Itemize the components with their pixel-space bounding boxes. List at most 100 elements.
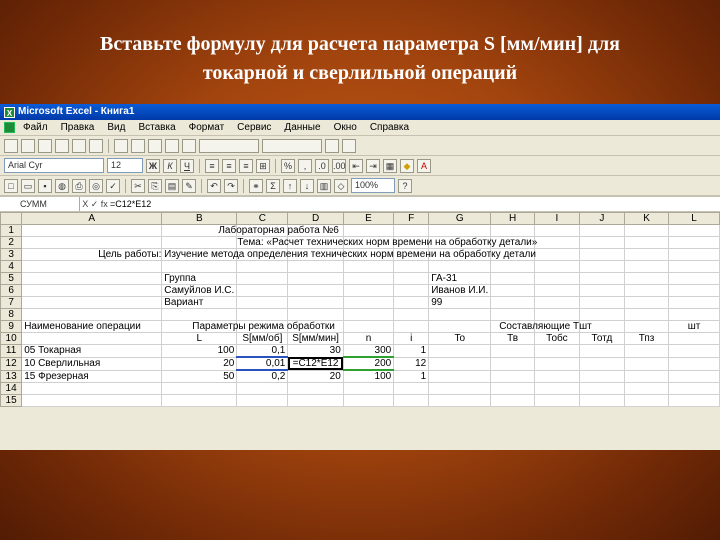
cell[interactable] bbox=[428, 344, 492, 358]
percent-icon[interactable]: % bbox=[281, 158, 295, 173]
cell[interactable] bbox=[668, 332, 720, 345]
sort-desc-icon[interactable]: ↓ bbox=[300, 178, 314, 193]
hyperlink-icon[interactable]: ⚭ bbox=[249, 178, 263, 193]
cell-n[interactable]: 100 bbox=[342, 369, 395, 383]
menu-view[interactable]: Вид bbox=[107, 122, 125, 133]
cell-header-tpz[interactable]: Тпз bbox=[623, 332, 670, 345]
zoom-select[interactable]: 100% bbox=[351, 178, 395, 193]
cell-l[interactable]: 20 bbox=[161, 356, 238, 371]
cell-s-rev[interactable]: 0,2 bbox=[236, 369, 289, 383]
preview-icon[interactable]: ◎ bbox=[89, 178, 103, 193]
cell-header-to[interactable]: To bbox=[428, 332, 492, 345]
cell[interactable] bbox=[21, 272, 163, 285]
cell[interactable] bbox=[668, 308, 720, 321]
cell[interactable] bbox=[668, 272, 720, 285]
column-header[interactable]: G bbox=[428, 212, 492, 225]
cell-header-totd[interactable]: Тотд bbox=[578, 332, 625, 345]
print-icon[interactable]: ⎙ bbox=[72, 178, 86, 193]
toolbar-button[interactable] bbox=[131, 138, 145, 153]
cell[interactable] bbox=[623, 236, 670, 249]
cell[interactable] bbox=[668, 236, 720, 249]
cell-header-s-rev[interactable]: S[мм/об] bbox=[236, 332, 289, 345]
help-icon[interactable]: ? bbox=[398, 178, 412, 193]
cell[interactable] bbox=[342, 224, 395, 237]
cell[interactable] bbox=[287, 382, 344, 395]
format-painter-icon[interactable]: ✎ bbox=[182, 178, 196, 193]
cell-header-tobs[interactable]: Тобс bbox=[533, 332, 580, 345]
cut-icon[interactable]: ✂ bbox=[131, 178, 145, 193]
cell[interactable] bbox=[533, 382, 580, 395]
sort-asc-icon[interactable]: ↑ bbox=[283, 178, 297, 193]
font-color-icon[interactable]: A bbox=[417, 158, 431, 173]
cell[interactable] bbox=[393, 296, 430, 309]
cell[interactable] bbox=[623, 382, 670, 395]
cell[interactable] bbox=[578, 382, 625, 395]
cell[interactable] bbox=[623, 284, 670, 297]
cell[interactable] bbox=[623, 356, 670, 371]
align-left-icon[interactable]: ≡ bbox=[205, 158, 219, 173]
copy-icon[interactable]: ⎘ bbox=[148, 178, 162, 193]
row-header[interactable]: 12 bbox=[0, 356, 23, 371]
row-header[interactable]: 10 bbox=[0, 332, 23, 345]
cell[interactable] bbox=[533, 236, 580, 249]
cell[interactable] bbox=[236, 308, 289, 321]
cell[interactable] bbox=[668, 260, 720, 273]
drawing-icon[interactable]: ◇ bbox=[334, 178, 348, 193]
cell[interactable] bbox=[623, 296, 670, 309]
cell[interactable] bbox=[393, 260, 430, 273]
cell-operation-header[interactable]: Наименование операции bbox=[21, 320, 163, 333]
cell[interactable] bbox=[236, 296, 289, 309]
cell[interactable] bbox=[533, 248, 580, 261]
cell[interactable] bbox=[623, 308, 670, 321]
borders-icon[interactable]: ▦ bbox=[383, 158, 397, 173]
cell[interactable] bbox=[161, 382, 238, 395]
cell[interactable] bbox=[161, 236, 238, 249]
row-header[interactable]: 7 bbox=[0, 296, 23, 309]
cell[interactable] bbox=[342, 308, 395, 321]
menu-tools[interactable]: Сервис bbox=[237, 122, 271, 133]
toolbar-combo[interactable] bbox=[199, 138, 259, 153]
cell[interactable] bbox=[490, 369, 535, 383]
cell-teacher[interactable]: Иванов И.И. bbox=[428, 284, 492, 297]
row-header[interactable]: 8 bbox=[0, 308, 23, 321]
toolbar-button[interactable] bbox=[165, 138, 179, 153]
menu-help[interactable]: Справка bbox=[370, 122, 409, 133]
menu-file[interactable]: Файл bbox=[23, 122, 48, 133]
cell[interactable] bbox=[578, 356, 625, 371]
cell-header-s-min[interactable]: S[мм/мин] bbox=[287, 332, 344, 345]
cell[interactable] bbox=[623, 394, 670, 407]
cell[interactable] bbox=[578, 260, 625, 273]
cell[interactable] bbox=[578, 284, 625, 297]
toolbar-button[interactable] bbox=[325, 138, 339, 153]
cell[interactable] bbox=[21, 284, 163, 297]
cell[interactable] bbox=[533, 308, 580, 321]
cell[interactable] bbox=[578, 308, 625, 321]
cell[interactable] bbox=[578, 394, 625, 407]
cell[interactable] bbox=[578, 344, 625, 358]
toolbar-button[interactable] bbox=[114, 138, 128, 153]
cell[interactable] bbox=[21, 394, 163, 407]
column-header[interactable]: E bbox=[342, 212, 395, 225]
cell[interactable] bbox=[21, 382, 163, 395]
cell-header-tv[interactable]: Тв bbox=[490, 332, 535, 345]
cell[interactable] bbox=[668, 394, 720, 407]
cell[interactable] bbox=[428, 382, 492, 395]
toolbar-button[interactable] bbox=[38, 138, 52, 153]
font-size-select[interactable]: 12 bbox=[107, 158, 143, 173]
cell-l[interactable]: 100 bbox=[161, 344, 238, 358]
cell[interactable] bbox=[428, 260, 492, 273]
cell[interactable] bbox=[428, 224, 492, 237]
cell-n[interactable]: 200 bbox=[342, 356, 395, 371]
cell[interactable] bbox=[578, 236, 625, 249]
cell[interactable] bbox=[393, 394, 430, 407]
cell[interactable] bbox=[490, 382, 535, 395]
decrease-decimal-icon[interactable]: .00 bbox=[332, 158, 346, 173]
underline-icon[interactable]: Ч bbox=[180, 158, 194, 173]
cell[interactable] bbox=[533, 356, 580, 371]
column-header[interactable]: D bbox=[287, 212, 344, 225]
column-header[interactable]: B bbox=[161, 212, 238, 225]
column-header[interactable]: A bbox=[21, 212, 163, 225]
redo-icon[interactable]: ↷ bbox=[224, 178, 238, 193]
cell[interactable] bbox=[393, 320, 430, 333]
cell[interactable] bbox=[578, 369, 625, 383]
